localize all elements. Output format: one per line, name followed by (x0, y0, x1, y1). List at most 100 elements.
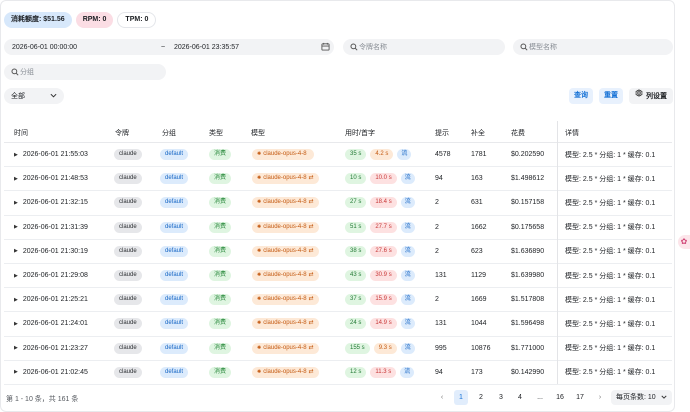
page-size-select[interactable]: 每页条数: 10 (611, 390, 672, 405)
calendar-icon[interactable] (321, 42, 330, 53)
group-tag: default (160, 294, 189, 306)
col-token[interactable]: 令牌 (115, 128, 129, 138)
type-tag: 消费 (209, 173, 232, 185)
col-detail[interactable]: 详情 (565, 128, 579, 138)
table-row[interactable]: ▶ 2026-06-01 21:29:08 claude default 消费 ✺ clau… (4, 264, 672, 289)
end-date-value[interactable]: 2026-06-01 23:35:57 (174, 44, 239, 51)
model-tag[interactable]: ✺ claude-opus-4-8 ⇄ (252, 245, 319, 257)
col-group[interactable]: 分组 (162, 128, 176, 138)
cost-value: $1.636890 (511, 247, 545, 255)
type-tag: 消费 (209, 366, 232, 378)
reset-button[interactable]: 重置 (599, 88, 623, 104)
prompt-tokens: 2 (435, 199, 439, 207)
claude-spark-icon: ✺ (257, 368, 262, 375)
model-name: claude-opus-4-8 (263, 272, 307, 279)
expand-caret-icon[interactable]: ▶ (14, 273, 18, 279)
floating-assistant-icon[interactable]: ✿ (678, 235, 690, 249)
prompt-tokens: 94 (435, 175, 443, 183)
expand-caret-icon[interactable]: ▶ (14, 176, 18, 182)
col-time[interactable]: 时间 (14, 128, 28, 138)
table-row[interactable]: ▶ 2026-06-01 21:55:03 claude default 消费 ✺ clau… (4, 143, 672, 168)
row-time: 2026-06-01 21:32:15 (22, 199, 88, 207)
col-latency[interactable]: 用时/首字 (345, 128, 375, 138)
expand-caret-icon[interactable]: ▶ (14, 152, 18, 158)
expand-caret-icon[interactable]: ▶ (14, 200, 18, 206)
next-page-icon[interactable]: › (593, 390, 607, 405)
model-tag[interactable]: ✺ claude-opus-4-8 ⇄ (252, 342, 319, 354)
table-row[interactable]: ▶ 2026-06-01 21:48:53 claude default 消费 ✺ clau… (4, 167, 672, 192)
page-16[interactable]: 16 (553, 390, 567, 405)
col-prompt[interactable]: 提示 (435, 128, 449, 138)
model-tag[interactable]: ✺ claude-opus-4-8 ⇄ (252, 173, 319, 185)
detail-text: 模型: 2.5 * 分组: 1 * 缓存: 0.1 (565, 369, 656, 377)
model-tag[interactable]: ✺ claude-opus-4-8 (252, 149, 314, 161)
expand-caret-icon[interactable]: ▶ (14, 224, 18, 230)
group-tag: default (160, 245, 189, 257)
model-name: claude-opus-4-8 (263, 320, 307, 327)
prompt-tokens: 995 (435, 344, 447, 352)
row-time: 2026-06-01 21:31:39 (22, 223, 88, 231)
completion-tokens: 631 (471, 199, 483, 207)
use-time-tag: 27 s (345, 197, 367, 209)
date-range-picker[interactable]: 2026-06-01 00:00:00 ~ 2026-06-01 23:35:5… (4, 39, 334, 55)
page-4[interactable]: 4 (513, 390, 527, 405)
type-select[interactable]: 全部 (4, 88, 64, 104)
use-time-tag: 12 s (345, 366, 367, 378)
table-row[interactable]: ▶ 2026-06-01 21:23:27 claude default 消费 ✺ clau… (4, 337, 672, 361)
table-row[interactable]: ▶ 2026-06-01 21:02:45 claude default 消费 ✺ clau… (4, 361, 672, 385)
expand-caret-icon[interactable]: ▶ (14, 297, 18, 303)
type-tag: 消费 (209, 245, 232, 257)
table-row[interactable]: ▶ 2026-06-01 21:31:39 claude default 消费 ✺ clau… (4, 216, 672, 240)
start-date-value[interactable]: 2026-06-01 00:00:00 (12, 44, 77, 51)
token-tag: claude (114, 294, 142, 306)
prompt-tokens: 2 (435, 296, 439, 304)
expand-caret-icon[interactable]: ▶ (14, 345, 18, 351)
date-separator: ~ (161, 43, 166, 51)
col-cost[interactable]: 花费 (511, 128, 525, 138)
claude-spark-icon: ✺ (257, 320, 262, 327)
table-row[interactable]: ▶ 2026-06-01 21:24:01 claude default 消费 ✺ clau… (4, 312, 672, 337)
page-17[interactable]: 17 (573, 390, 587, 405)
expand-caret-icon[interactable]: ▶ (14, 248, 18, 254)
col-model[interactable]: 模型 (251, 128, 265, 138)
col-type[interactable]: 类型 (209, 128, 223, 138)
token-name-input[interactable]: 令牌名称 (343, 39, 505, 55)
group-input[interactable]: 分组 (4, 64, 166, 80)
detail-text: 模型: 2.5 * 分组: 1 * 缓存: 0.1 (565, 151, 656, 159)
col-completion[interactable]: 补全 (471, 128, 485, 138)
model-mapping-icon: ⇄ (308, 199, 314, 206)
token-tag: claude (114, 342, 142, 354)
expand-caret-icon[interactable]: ▶ (14, 369, 18, 375)
expand-caret-icon[interactable]: ▶ (14, 321, 18, 327)
page-1[interactable]: 1 (454, 390, 468, 405)
completion-tokens: 10876 (471, 344, 491, 352)
token-tag: claude (114, 197, 142, 209)
model-tag[interactable]: ✺ claude-opus-4-8 ⇄ (252, 197, 319, 209)
column-settings-button[interactable]: 列设置 (629, 88, 673, 104)
model-name: claude-opus-4-8 (263, 247, 307, 254)
page-ellipsis[interactable]: ... (533, 390, 547, 405)
model-tag[interactable]: ✺ claude-opus-4-8 ⇄ (252, 318, 319, 330)
stream-tag: 流 (400, 245, 415, 257)
cost-value: $1.771000 (511, 344, 545, 352)
group-tag: default (160, 270, 189, 282)
page-3[interactable]: 3 (494, 390, 508, 405)
first-token-tag: 14.9 s (370, 318, 397, 330)
completion-tokens: 1669 (471, 296, 487, 304)
token-tag: claude (114, 245, 142, 257)
query-button[interactable]: 查询 (569, 88, 593, 104)
model-tag[interactable]: ✺ claude-opus-4-8 ⇄ (252, 294, 319, 306)
table-row[interactable]: ▶ 2026-06-01 21:25:21 claude default 消费 ✺ clau… (4, 288, 672, 313)
claude-spark-icon: ✺ (257, 344, 262, 351)
use-time-tag: 24 s (345, 318, 367, 330)
model-tag[interactable]: ✺ claude-opus-4-8 ⇄ (252, 270, 319, 282)
model-tag[interactable]: ✺ claude-opus-4-8 ⇄ (252, 221, 319, 233)
page-2[interactable]: 2 (474, 390, 488, 405)
model-tag[interactable]: ✺ claude-opus-4-8 ⇄ (252, 366, 319, 378)
model-name-input[interactable]: 模型名称 (513, 39, 673, 55)
prev-page-icon[interactable]: ‹ (435, 390, 449, 405)
claude-spark-icon: ✺ (257, 296, 262, 303)
table-row[interactable]: ▶ 2026-06-01 21:30:19 claude default 消费 ✺ clau… (4, 240, 672, 264)
group-tag: default (160, 342, 189, 354)
table-row[interactable]: ▶ 2026-06-01 21:32:15 claude default 消费 ✺ clau… (4, 191, 672, 216)
